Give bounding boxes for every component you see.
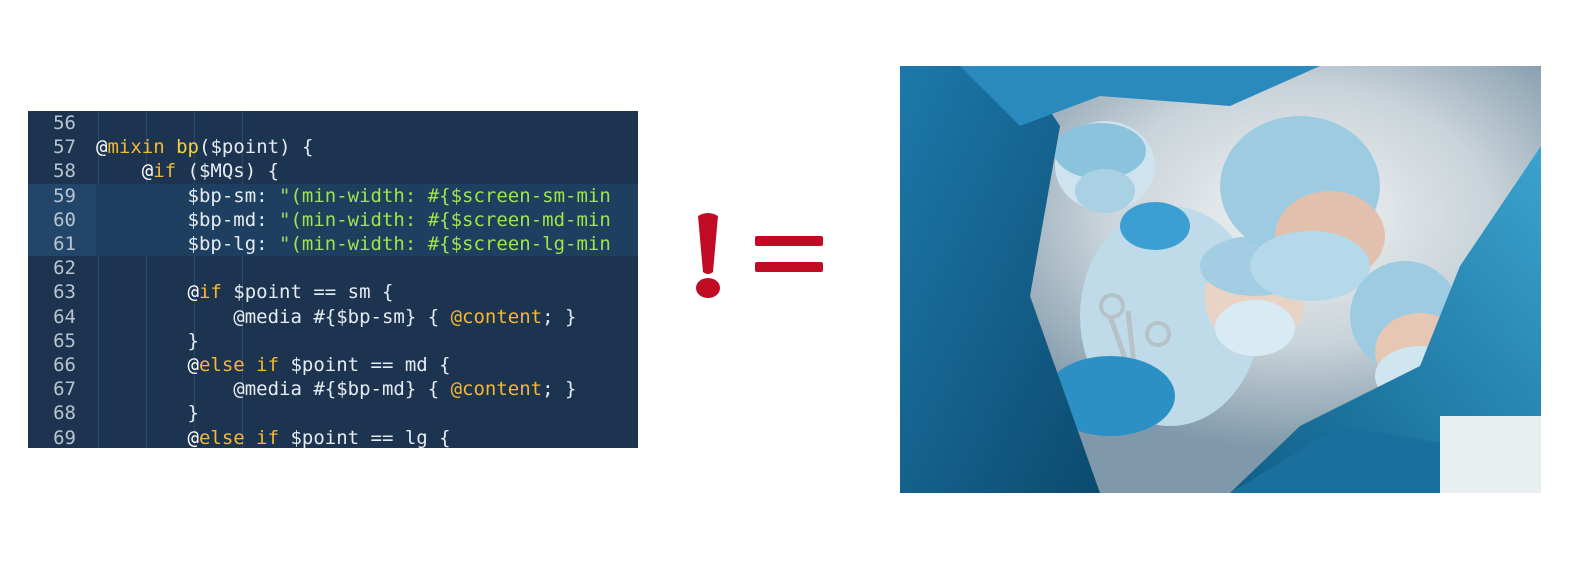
line-number: 66 [53, 354, 76, 376]
line-number: 64 [53, 305, 76, 328]
code-text: @else if $point == md { [96, 353, 451, 377]
code-token: $point == lg { [279, 426, 451, 448]
line-number: 68 [53, 402, 76, 425]
code-token: ; } [542, 305, 577, 328]
code-line: 57 @mixin bp($point) { [28, 135, 638, 159]
code-text: $bp-lg: "(min-width: #{$screen-lg-min [96, 232, 611, 256]
exclamation-bar-icon [698, 213, 718, 274]
code-token: @ [96, 354, 199, 376]
code-token: @media #{$bp-md} { [96, 378, 451, 401]
code-token: $point == md { [279, 354, 451, 376]
code-token: mixin [107, 136, 165, 159]
line-number: 65 [53, 329, 76, 352]
code-text: @media #{$bp-sm} { @content; } [96, 305, 576, 329]
code-token: bp [176, 136, 199, 159]
code-line: 61 $bp-lg: "(min-width: #{$screen-lg-min [28, 232, 638, 256]
code-token: @ [96, 281, 199, 304]
code-token: $point == sm { [221, 281, 394, 304]
code-line: 56 [28, 111, 638, 135]
not-equal-icon [690, 208, 830, 303]
line-number: 58 [53, 160, 76, 183]
code-token: } [96, 402, 199, 425]
code-text: $bp-sm: "(min-width: #{$screen-sm-min [96, 184, 611, 208]
surgeons-photo [900, 66, 1541, 493]
code-token: "(min-width: #{$screen-lg-min [279, 233, 611, 255]
line-number: 60 [53, 208, 76, 231]
code-token: "(min-width: #{$screen-sm-min [279, 184, 611, 207]
line-number: 56 [53, 112, 76, 134]
code-token: else if [198, 426, 280, 448]
code-text: $bp-md: "(min-width: #{$screen-md-min [96, 208, 611, 232]
code-token: ; } [542, 378, 577, 401]
code-text: @else if $point == lg { [96, 426, 451, 448]
code-token: } [96, 329, 199, 352]
equals-bottom-bar-icon [755, 262, 823, 272]
line-number: 57 [53, 136, 76, 159]
code-token: @ [96, 136, 108, 159]
code-token: @media #{$bp-sm} { [96, 305, 451, 328]
code-token: @content [450, 378, 543, 401]
code-line: 64 @media #{$bp-sm} { @content; } [28, 305, 638, 329]
code-text: @mixin bp($point) { [96, 135, 313, 159]
code-text: @media #{$bp-md} { @content; } [96, 377, 576, 401]
code-line: 58 @if ($MQs) { [28, 159, 638, 183]
code-text: } [96, 401, 199, 425]
code-text: } [96, 329, 199, 353]
code-token: else if [198, 354, 280, 376]
code-line: 67 @media #{$bp-md} { @content; } [28, 377, 638, 401]
code-token: $bp-lg: [96, 233, 280, 255]
code-token: if [153, 160, 177, 183]
line-number: 61 [53, 233, 76, 255]
code-editor-snippet: 56 57 @mixin bp($point) {58 @if ($MQs) {59… [28, 111, 638, 448]
code-line: 59 $bp-sm: "(min-width: #{$screen-sm-min [28, 183, 638, 208]
code-line: 68 } [28, 401, 638, 425]
line-number: 69 [53, 426, 76, 448]
code-token: @content [450, 305, 543, 328]
code-token: ($point) { [199, 136, 314, 159]
code-token: ($MQs) { [176, 160, 280, 183]
code-text: @if $point == sm { [96, 280, 394, 304]
equals-top-bar-icon [755, 236, 823, 246]
code-line: 69 @else if $point == lg { [28, 426, 638, 448]
code-line: 63 @if $point == sm { [28, 280, 638, 304]
code-line: 66 @else if $point == md { [28, 353, 638, 377]
line-number: 62 [53, 257, 76, 280]
code-token: $bp-sm: [96, 184, 280, 207]
exclamation-dot-icon [696, 278, 720, 298]
code-text: @if ($MQs) { [96, 159, 279, 183]
code-token: "(min-width: #{$screen-md-min [279, 208, 611, 231]
line-number: 67 [53, 378, 76, 401]
code-token: $bp-md: [96, 208, 280, 231]
code-line: 62 [28, 256, 638, 280]
line-number: 59 [53, 184, 76, 207]
code-token: @ [96, 426, 199, 448]
code-token: if [198, 281, 222, 304]
line-number: 63 [53, 281, 76, 304]
code-line: 65 } [28, 329, 638, 353]
code-token: @ [96, 160, 154, 183]
code-line: 60 $bp-md: "(min-width: #{$screen-md-min [28, 207, 638, 232]
